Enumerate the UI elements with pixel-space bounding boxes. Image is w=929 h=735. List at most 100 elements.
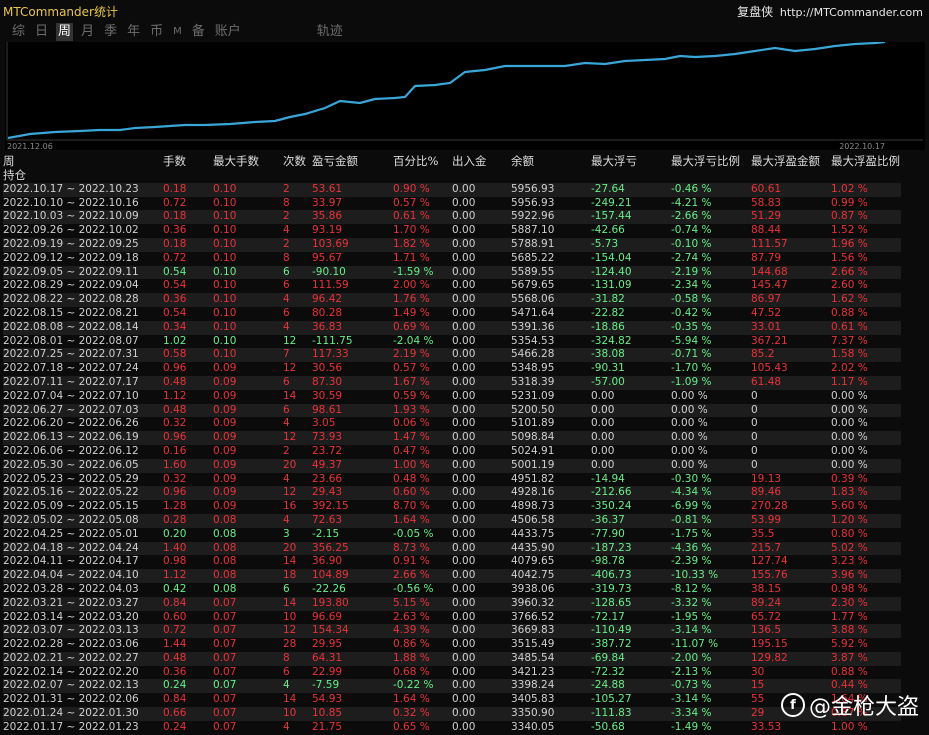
table-row[interactable]: 2022.02.28 ~ 2022.03.06 1.44 0.07 28 29.95 0.… (3, 638, 901, 652)
table-cell: 3398.24 (511, 679, 591, 694)
column-header[interactable]: 最大浮盈比例 (831, 155, 901, 169)
table-cell: 5466.28 (511, 348, 591, 363)
column-header[interactable]: 手数 (163, 155, 213, 169)
table-row[interactable]: 2022.06.20 ~ 2022.06.26 0.32 0.09 4 3.05 0.06… (3, 417, 901, 431)
column-header[interactable]: 周 (3, 155, 163, 169)
table-row[interactable]: 2022.06.13 ~ 2022.06.19 0.96 0.09 12 73.93 1.… (3, 431, 901, 445)
tab-8[interactable]: 备 (190, 23, 207, 41)
table-row[interactable]: 2022.10.17 ~ 2022.10.23 0.18 0.10 2 53.61 0.9… (3, 182, 901, 197)
table-cell: 0.18 (163, 237, 213, 252)
table-cell: -128.65 (591, 596, 671, 611)
table-row[interactable]: 2022.03.21 ~ 2022.03.27 0.84 0.07 14 193.80 5… (3, 596, 901, 611)
table-cell: -0.42 % (671, 306, 712, 319)
table-cell: -5.94 % (671, 334, 712, 347)
tab-5[interactable]: 年 (125, 23, 142, 41)
tab-0[interactable]: 综 (10, 23, 27, 41)
table-cell: 0.00 (452, 500, 476, 513)
table-cell: 0.08 (213, 541, 283, 556)
table-row[interactable]: 2022.08.08 ~ 2022.08.14 0.34 0.10 4 36.83 0.6… (3, 320, 901, 335)
table-row[interactable]: 2022.05.23 ~ 2022.05.29 0.32 0.09 4 23.66 0.4… (3, 473, 901, 487)
column-header[interactable]: 次数 (283, 155, 312, 169)
table-row[interactable]: 2022.04.18 ~ 2022.04.24 1.40 0.08 20 356.25 8… (3, 541, 901, 556)
table-cell: 0.10 (213, 182, 283, 197)
table-row[interactable]: 2022.04.11 ~ 2022.04.17 0.98 0.08 14 36.90 0.… (3, 555, 901, 569)
table-row[interactable]: 2022.08.29 ~ 2022.09.04 0.54 0.10 6 111.59 2.… (3, 279, 901, 293)
tab-10[interactable]: 轨迹 (315, 23, 345, 41)
table-row[interactable]: 2022.08.01 ~ 2022.08.07 1.02 0.10 12 -111.75… (3, 335, 901, 349)
table-cell: 0.24 (163, 720, 187, 733)
table-cell: 58.83 (751, 196, 782, 209)
table-row[interactable]: 2022.03.07 ~ 2022.03.13 0.72 0.07 12 154.34 4… (3, 624, 901, 639)
table-row[interactable]: 2022.06.06 ~ 2022.06.12 0.16 0.09 2 23.72 0.4… (3, 445, 901, 459)
table-cell: 0.00 (452, 720, 476, 733)
table-row[interactable]: 2022.08.15 ~ 2022.08.21 0.54 0.10 6 80.28 1.4… (3, 307, 901, 321)
table-row[interactable]: 2022.02.14 ~ 2022.02.20 0.36 0.07 6 22.99 0.6… (3, 666, 901, 680)
table-cell: 0.00 (452, 334, 476, 347)
table-cell: 5231.09 (511, 389, 555, 402)
table-cell: 2 (283, 182, 312, 197)
table-cell: 0.00 (452, 638, 476, 651)
table-cell: 0.91 % (393, 555, 430, 568)
tab-1[interactable]: 日 (33, 23, 50, 41)
brand-url-link[interactable]: http://MTCommander.com (780, 6, 923, 19)
table-row[interactable]: 2022.01.24 ~ 2022.01.30 0.66 0.07 10 10.85 0.… (3, 707, 901, 721)
table-cell: 2022.04.11 ~ 2022.04.17 (3, 555, 139, 568)
column-header[interactable]: 出入金 (452, 155, 511, 169)
table-row[interactable]: 2022.05.09 ~ 2022.05.15 1.28 0.09 16 392.15 8… (3, 500, 901, 514)
table-row[interactable]: 2022.05.16 ~ 2022.05.22 0.96 0.09 12 29.43 0.… (3, 486, 901, 501)
table-cell: -0.71 % (671, 348, 751, 363)
column-header[interactable]: 百分比% (393, 155, 452, 169)
table-cell: 19.13 (751, 472, 782, 485)
table-row[interactable]: 2022.07.04 ~ 2022.07.10 1.12 0.09 14 30.59 0.… (3, 390, 901, 404)
tab-3[interactable]: 月 (79, 23, 96, 41)
table-cell: 1.56 % (831, 251, 868, 264)
table-row[interactable]: 2022.05.02 ~ 2022.05.08 0.28 0.08 4 72.63 1.6… (3, 513, 901, 528)
table-row[interactable]: 2022.02.07 ~ 2022.02.13 0.24 0.07 4 -7.59 -0.… (3, 679, 901, 694)
table-cell: 1.64 % (393, 513, 452, 528)
table-cell: 111.59 (312, 279, 349, 292)
table-cell: 5956.93 (511, 182, 591, 197)
table-row[interactable]: 2022.09.12 ~ 2022.09.18 0.72 0.10 8 95.67 1.7… (3, 252, 901, 266)
column-header[interactable]: 余额 (511, 155, 591, 169)
tab-2[interactable]: 周 (56, 23, 74, 41)
table-row[interactable]: 2022.02.21 ~ 2022.02.27 0.48 0.07 8 64.31 1.8… (3, 651, 901, 666)
tab-6[interactable]: 币 (148, 23, 165, 41)
table-row[interactable]: 2022.03.14 ~ 2022.03.20 0.60 0.07 10 96.69 2.… (3, 611, 901, 625)
table-cell: -1.70 % (671, 362, 712, 375)
table-row[interactable]: 2022.07.25 ~ 2022.07.31 0.58 0.10 7 117.33 2.… (3, 348, 901, 363)
table-row[interactable]: 2022.07.18 ~ 2022.07.24 0.96 0.09 12 30.56 0.… (3, 362, 901, 376)
table-row[interactable]: 2022.04.25 ~ 2022.05.01 0.20 0.08 3 -2.15 -0.… (3, 528, 901, 542)
table-row[interactable]: 2022.04.04 ~ 2022.04.10 1.12 0.08 18 104.89 2… (3, 569, 901, 583)
table-cell: 0.07 (213, 693, 237, 706)
table-row[interactable]: 2022.10.10 ~ 2022.10.16 0.72 0.10 8 33.97 0.5… (3, 197, 901, 211)
table-row[interactable]: 2022.01.17 ~ 2022.01.23 0.24 0.07 4 21.75 0.6… (3, 721, 901, 735)
table-cell: 5354.53 (511, 334, 555, 347)
column-header[interactable]: 最大浮亏比例 (671, 155, 751, 169)
table-cell: 4 (283, 720, 290, 733)
table-cell: 5098.84 (511, 431, 591, 445)
table-row[interactable]: 2022.09.26 ~ 2022.10.02 0.36 0.10 4 93.19 1.7… (3, 224, 901, 238)
table-row[interactable]: 2022.06.27 ~ 2022.07.03 0.48 0.09 6 98.61 1.9… (3, 403, 901, 418)
table-row[interactable]: 2022.09.05 ~ 2022.09.11 0.54 0.10 6 -90.10 -1… (3, 265, 901, 280)
table-cell: 4898.73 (511, 500, 555, 513)
table-row[interactable]: 2022.10.03 ~ 2022.10.09 0.18 0.10 2 35.86 0.6… (3, 210, 901, 225)
table-cell: 0.16 (163, 444, 187, 457)
table-row[interactable]: 2022.08.22 ~ 2022.08.28 0.36 0.10 4 96.42 1.7… (3, 293, 901, 307)
table-row[interactable]: 2022.07.11 ~ 2022.07.17 0.48 0.09 6 87.30 1.6… (3, 375, 901, 390)
table-cell: 1.58 % (831, 348, 901, 363)
table-row[interactable]: 2022.05.30 ~ 2022.06.05 1.60 0.09 20 49.37 1.… (3, 458, 901, 473)
table-cell: 0.00 (452, 182, 511, 197)
table-row[interactable]: 2022.03.28 ~ 2022.04.03 0.42 0.08 6 -22.26 -0… (3, 583, 901, 597)
table-row[interactable]: 2022.09.19 ~ 2022.09.25 0.18 0.10 2 103.69 1.… (3, 237, 901, 252)
column-header[interactable]: 盈亏金额 (312, 155, 393, 169)
column-header[interactable]: 最大浮盈金额 (751, 155, 831, 169)
table-cell: 0.00 (452, 679, 511, 694)
tab-4[interactable]: 季 (102, 23, 119, 41)
table-cell: 2.02 % (831, 362, 868, 375)
table-cell: 3 (283, 527, 290, 540)
tab-7[interactable]: M (171, 23, 184, 41)
column-header[interactable]: 最大手数 (213, 155, 283, 169)
column-header[interactable]: 最大浮亏 (591, 155, 671, 169)
tab-9[interactable]: 账户 (213, 23, 243, 41)
table-row[interactable]: 2022.01.31 ~ 2022.02.06 0.84 0.07 14 54.93 1.… (3, 693, 901, 707)
